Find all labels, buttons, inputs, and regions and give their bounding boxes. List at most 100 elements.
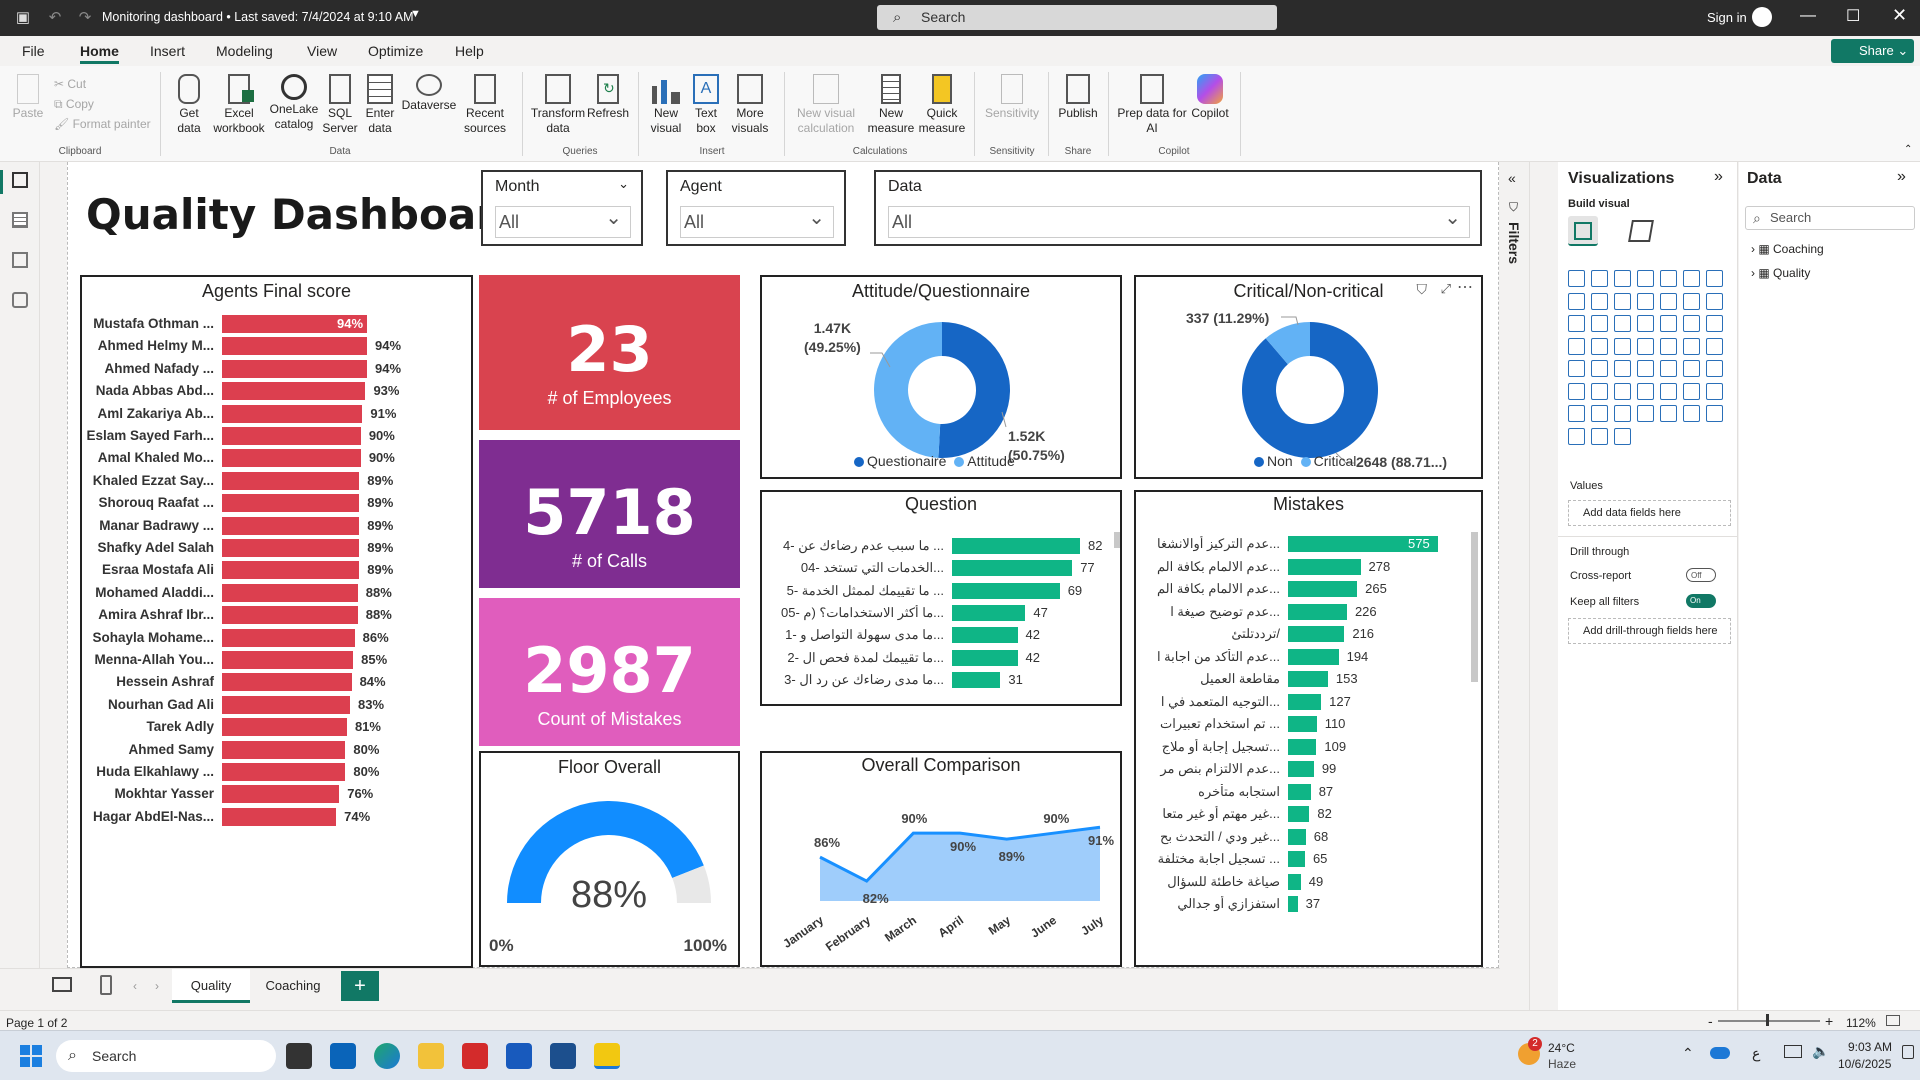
visual-type-icon[interactable]	[1637, 292, 1654, 310]
visual-type-icon[interactable]	[1637, 270, 1654, 287]
visual-type-icon[interactable]	[1660, 270, 1677, 287]
prep-data-ai-button[interactable]: Prep data for AI	[1116, 74, 1188, 136]
collapse-ribbon-icon[interactable]: ⌃	[1904, 144, 1912, 155]
new-visual-calculation-button[interactable]: New visual calculation	[792, 74, 860, 136]
publish-button[interactable]: Publish	[1056, 74, 1100, 121]
visual-type-icon[interactable]	[1591, 337, 1608, 355]
close-icon[interactable]: ✕	[1892, 5, 1907, 26]
undo-icon[interactable]: ↶	[46, 9, 64, 27]
minimize-icon[interactable]: —	[1800, 7, 1816, 25]
share-button[interactable]: Share ⌄	[1831, 39, 1914, 63]
agent-slicer[interactable]: Agent All ⌄	[666, 170, 846, 246]
month-slicer[interactable]: Month ⌄ All ⌄	[481, 170, 643, 246]
visual-type-icon[interactable]	[1568, 405, 1585, 422]
mobile-layout-icon[interactable]	[100, 975, 112, 995]
visual-type-icon[interactable]	[1683, 405, 1700, 422]
visual-type-icon[interactable]	[1568, 337, 1585, 355]
expand-filters-icon[interactable]: «	[1508, 170, 1516, 186]
volume-icon[interactable]: 🔈	[1812, 1043, 1829, 1060]
visual-type-icon[interactable]	[1660, 405, 1677, 422]
visual-type-icon[interactable]	[1683, 337, 1700, 355]
visual-type-icon[interactable]	[1637, 405, 1654, 422]
windows-start-icon[interactable]	[20, 1045, 42, 1067]
cross-report-toggle[interactable]: Off	[1686, 568, 1716, 582]
chevron-down-icon[interactable]: ⌄	[618, 176, 629, 192]
visual-type-icon[interactable]	[1637, 337, 1654, 355]
new-visual-button[interactable]: New visual	[646, 74, 686, 136]
cut-button[interactable]: ✂ Cut	[54, 74, 151, 94]
text-box-button[interactable]: A Text box	[688, 74, 724, 136]
sensitivity-button[interactable]: Sensitivity	[982, 74, 1042, 121]
word-icon[interactable]	[506, 1043, 532, 1069]
month-dropdown[interactable]: All ⌄	[495, 206, 631, 238]
store-icon[interactable]	[550, 1043, 576, 1069]
enter-data-button[interactable]: Enter data	[360, 74, 400, 136]
visual-type-icon[interactable]	[1591, 427, 1608, 445]
data-dropdown[interactable]: All ⌄	[888, 206, 1470, 238]
table-view-icon[interactable]	[12, 212, 28, 228]
visual-type-icon[interactable]	[1683, 270, 1700, 287]
visual-type-icon[interactable]	[1614, 405, 1631, 422]
visual-type-icon[interactable]	[1614, 292, 1631, 310]
visual-type-icon[interactable]	[1591, 315, 1608, 332]
more-visuals-button[interactable]: More visuals	[726, 74, 774, 136]
taskbar-search-input[interactable]: ⌕ Search	[56, 1040, 276, 1072]
visual-type-icon[interactable]	[1591, 382, 1608, 400]
onedrive-icon[interactable]	[1710, 1047, 1730, 1059]
notifications-icon[interactable]	[1902, 1045, 1914, 1059]
visual-type-icon[interactable]	[1591, 360, 1608, 377]
visual-type-icon[interactable]	[1568, 315, 1585, 332]
visual-type-icon[interactable]	[1637, 315, 1654, 332]
visual-type-icon[interactable]	[1683, 382, 1700, 400]
task-view-icon[interactable]	[286, 1043, 312, 1069]
data-slicer[interactable]: Data All ⌄	[874, 170, 1482, 246]
add-page-button[interactable]: +	[341, 971, 379, 1001]
visual-type-icon[interactable]	[1591, 292, 1608, 310]
tab-quality[interactable]: Quality	[172, 969, 250, 1003]
visual-type-icon[interactable]	[1614, 427, 1631, 445]
calls-card[interactable]: 5718 # of Calls	[479, 440, 740, 588]
attitude-questionnaire-chart[interactable]: Attitude/Questionnaire 1.47K (49.25%) 1.5…	[760, 275, 1122, 479]
mistakes-chart[interactable]: Mistakes عدم التركيز أوالانشغا... 575 عدم …	[1134, 490, 1483, 967]
filters-pane-collapsed[interactable]: « ⛉ Filters	[1500, 162, 1530, 1010]
visual-type-icon[interactable]	[1637, 382, 1654, 400]
outlook-icon[interactable]	[330, 1043, 356, 1069]
menu-optimize[interactable]: Optimize	[368, 43, 423, 59]
zoom-in-icon[interactable]: +	[1825, 1013, 1833, 1029]
menu-home[interactable]: Home	[80, 43, 119, 64]
visual-type-icon[interactable]	[1568, 360, 1585, 377]
employees-card[interactable]: 23 # of Employees	[479, 275, 740, 430]
add-drill-through-well[interactable]: Add drill-through fields here	[1568, 618, 1731, 644]
collapse-pane-icon[interactable]: »	[1714, 168, 1723, 186]
format-visual-tab[interactable]	[1628, 220, 1654, 242]
edge-icon[interactable]	[374, 1043, 400, 1069]
menu-view[interactable]: View	[307, 43, 337, 59]
visual-type-icon[interactable]	[1683, 292, 1700, 310]
copy-button[interactable]: ⧉ Copy	[54, 94, 151, 114]
visual-type-icon[interactable]	[1706, 315, 1723, 332]
agents-score-chart[interactable]: Agents Final score Mustafa Othman ... 94%…	[80, 275, 473, 968]
excel-workbook-button[interactable]: Excel workbook	[210, 74, 268, 136]
format-painter-button[interactable]: 🖌 Format painter	[54, 114, 151, 134]
data-search-input[interactable]: ⌕ Search	[1745, 206, 1915, 230]
menu-file[interactable]: File	[22, 43, 45, 59]
overall-comparison-chart[interactable]: Overall Comparison 86% January 82% February…	[760, 751, 1122, 967]
visual-type-icon[interactable]	[1706, 270, 1723, 287]
onelake-catalog-button[interactable]: OneLake catalog	[266, 74, 322, 132]
dax-query-view-icon[interactable]	[12, 292, 28, 308]
visual-type-icon[interactable]	[1591, 270, 1608, 287]
maximize-icon[interactable]: ☐	[1846, 6, 1860, 26]
model-view-icon[interactable]	[12, 252, 28, 268]
scrollbar[interactable]	[1471, 532, 1478, 682]
visual-type-icon[interactable]	[1660, 292, 1677, 310]
account-icon[interactable]	[1752, 7, 1772, 27]
visual-type-icon[interactable]	[1614, 315, 1631, 332]
save-icon[interactable]: ▣	[14, 9, 32, 27]
visual-type-icon[interactable]	[1683, 360, 1700, 377]
visual-type-icon[interactable]	[1568, 270, 1585, 287]
quick-measure-button[interactable]: Quick measure	[916, 74, 968, 136]
question-chart[interactable]: Question 4- ما سبب عدم رضاءك عن ... 82 04-…	[760, 490, 1122, 706]
build-visual-tab[interactable]	[1568, 216, 1598, 246]
desktop-layout-icon[interactable]	[52, 977, 72, 992]
global-search-input[interactable]: ⌕ Search	[877, 5, 1277, 30]
